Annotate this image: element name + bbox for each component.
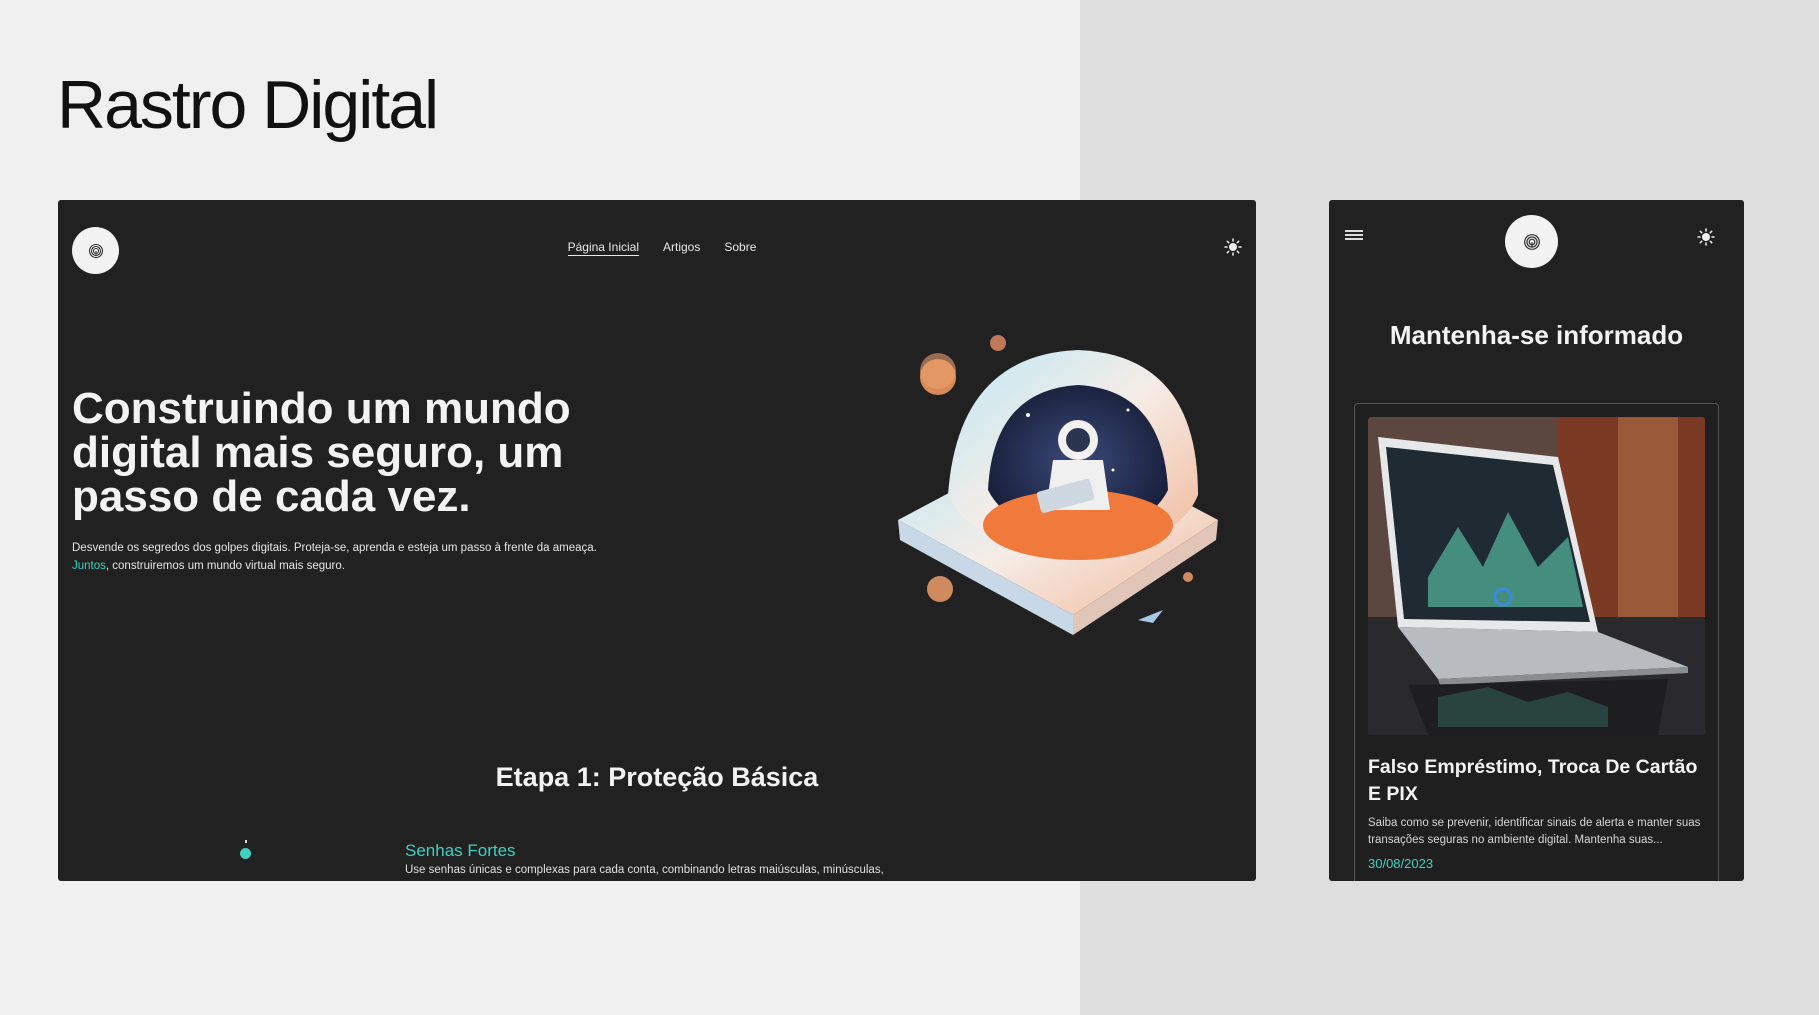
timeline-dot xyxy=(240,848,251,859)
stage-title: Etapa 1: Proteção Básica xyxy=(495,762,819,792)
page-title: Rastro Digital xyxy=(57,67,439,143)
laptop-dashboard-image xyxy=(1368,417,1705,735)
hero-title: Construindo um mundo digital mais seguro… xyxy=(72,384,571,521)
hero-subtitle-accent: Juntos xyxy=(72,560,106,572)
nav-about[interactable]: Sobre xyxy=(724,240,756,256)
desktop-preview: Página Inicial Artigos Sobre Construindo… xyxy=(58,200,1256,881)
article-card[interactable]: Falso Empréstimo, Troca De Cartão E PIX … xyxy=(1354,403,1719,881)
hero-subtitle: Desvende os segredos dos golpes digitais… xyxy=(72,539,672,575)
astronaut-illustration xyxy=(898,335,1218,635)
mobile-preview: Mantenha-se informado Falso Empréstimo, … xyxy=(1329,200,1744,881)
article-date: 30/08/2023 xyxy=(1368,856,1434,871)
article-title[interactable]: Falso Empréstimo, Troca De Cartão E PIX xyxy=(1368,754,1713,808)
mobile-heading: Mantenha-se informado xyxy=(1389,320,1684,350)
nav-articles[interactable]: Artigos xyxy=(663,240,700,256)
step-description: Use senhas únicas e complexas para cada … xyxy=(405,864,884,876)
fingerprint-icon xyxy=(1523,233,1540,250)
hero-subtitle-text: Desvende os segredos dos golpes digitais… xyxy=(72,542,597,554)
sun-icon[interactable] xyxy=(1224,238,1242,256)
nav-home[interactable]: Página Inicial xyxy=(567,240,639,256)
sun-icon[interactable] xyxy=(1697,228,1715,246)
timeline-line xyxy=(245,840,247,843)
hamburger-icon[interactable] xyxy=(1345,230,1363,242)
hero-subtitle-text-2: , construiremos um mundo virtual mais se… xyxy=(105,560,345,572)
step-title: Senhas Fortes xyxy=(405,841,516,860)
logo-mobile[interactable] xyxy=(1505,215,1558,268)
main-nav: Página Inicial Artigos Sobre xyxy=(58,240,1256,256)
article-description: Saiba como se prevenir, identificar sina… xyxy=(1368,817,1701,846)
